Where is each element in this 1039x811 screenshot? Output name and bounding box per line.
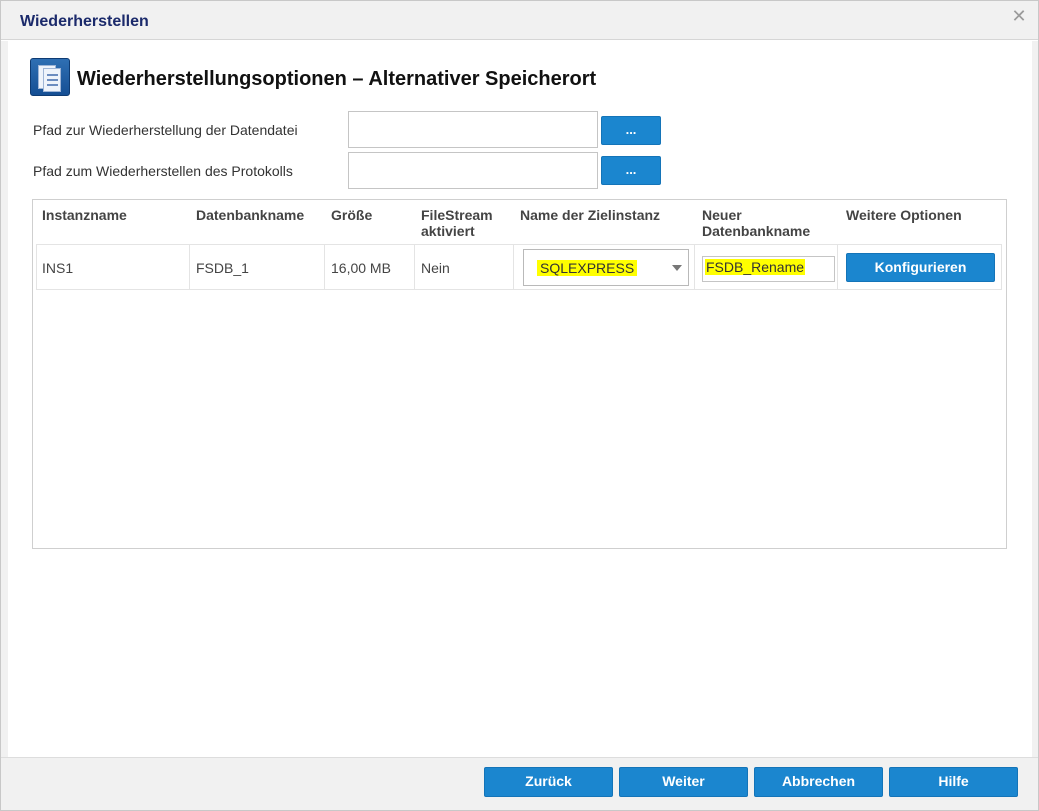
column-header-new-db-name: Neuer Datenbankname — [702, 207, 811, 239]
cancel-button[interactable]: Abbrechen — [754, 767, 883, 797]
document-stack-icon — [30, 58, 70, 96]
next-button[interactable]: Weiter — [619, 767, 748, 797]
new-db-name-value: FSDB_Rename — [705, 259, 806, 275]
right-frame — [1032, 41, 1038, 757]
data-file-browse-button[interactable]: ... — [601, 116, 661, 145]
configure-button[interactable]: Konfigurieren — [846, 253, 995, 282]
data-file-path-input[interactable] — [348, 111, 598, 148]
cell-size: 16,00 MB — [331, 260, 391, 276]
target-instance-select[interactable]: SQLEXPRESS — [523, 249, 689, 286]
column-header-instance: Instanzname — [42, 207, 127, 223]
log-path-input[interactable] — [348, 152, 598, 189]
database-grid: Instanzname Datenbankname Größe FileStre… — [32, 199, 1007, 549]
column-header-more-options: Weitere Optionen — [846, 207, 962, 223]
chevron-down-icon — [672, 265, 682, 271]
dialog-footer: Zurück Weiter Abbrechen Hilfe — [1, 757, 1038, 810]
left-frame — [1, 41, 8, 757]
column-header-size: Größe — [331, 207, 373, 223]
column-header-filestream: FileStream aktiviert — [421, 207, 493, 239]
cell-database: FSDB_1 — [196, 260, 249, 276]
help-button[interactable]: Hilfe — [889, 767, 1018, 797]
column-header-target-instance: Name der Zielinstanz — [520, 207, 661, 223]
new-db-name-input[interactable]: FSDB_Rename — [702, 256, 835, 282]
dialog-titlebar: Wiederherstellen ✕ — [1, 1, 1038, 40]
column-header-database: Datenbankname — [196, 207, 305, 223]
page-title: Wiederherstellungsoptionen – Alternative… — [77, 68, 597, 90]
table-row: INS1 FSDB_1 16,00 MB Nein SQLEXPRESS FSD… — [36, 244, 1002, 290]
cell-instance: INS1 — [42, 260, 74, 276]
dialog-title: Wiederherstellen — [20, 13, 149, 30]
back-button[interactable]: Zurück — [484, 767, 613, 797]
cell-filestream: Nein — [421, 260, 450, 276]
log-browse-button[interactable]: ... — [601, 156, 661, 185]
restore-dialog: Wiederherstellen ✕ Wiederherstellungsopt… — [0, 0, 1039, 811]
target-instance-value: SQLEXPRESS — [537, 260, 638, 276]
grid-header: Instanzname Datenbankname Größe FileStre… — [33, 200, 1006, 244]
log-path-label: Pfad zum Wiederherstellen des Protokolls — [33, 163, 293, 179]
close-icon[interactable]: ✕ — [1009, 7, 1029, 27]
data-file-path-label: Pfad zur Wiederherstellung der Datendate… — [33, 122, 298, 138]
